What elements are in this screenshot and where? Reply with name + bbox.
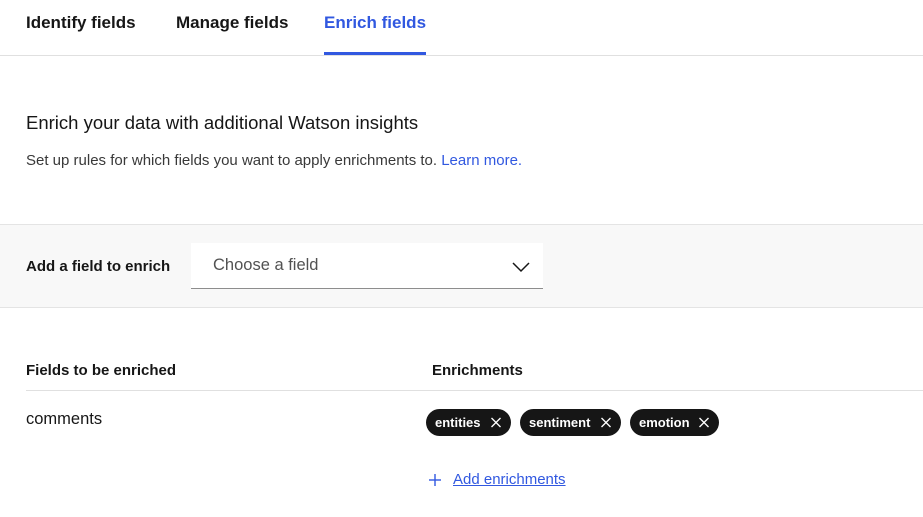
dropdown-placeholder: Choose a field — [213, 256, 319, 274]
add-field-section: Add a field to enrich Choose a field — [0, 224, 923, 308]
close-icon[interactable] — [698, 409, 710, 436]
description-text: Set up rules for which fields you want t… — [26, 152, 442, 169]
column-header-fields: Fields to be enriched — [26, 362, 177, 379]
header-divider — [26, 390, 923, 391]
tab-identify-fields[interactable]: Identify fields — [26, 0, 136, 56]
field-name-comments: comments — [26, 410, 103, 428]
tag-label: emotion — [639, 415, 690, 430]
add-enrichments-label: Add enrichments — [453, 471, 566, 488]
column-header-enrichments: Enrichments — [432, 362, 523, 379]
tag-label: sentiment — [529, 415, 591, 430]
close-icon[interactable] — [490, 409, 502, 436]
tag-label: entities — [435, 415, 481, 430]
close-icon[interactable] — [600, 409, 612, 436]
chevron-down-icon — [512, 262, 530, 273]
choose-field-dropdown[interactable]: Choose a field — [191, 243, 543, 289]
enrichment-tag-entities: entities — [426, 409, 511, 436]
tab-enrich-fields[interactable]: Enrich fields — [324, 0, 427, 55]
tab-manage-fields[interactable]: Manage fields — [176, 0, 288, 56]
learn-more-link[interactable]: Learn more. — [441, 152, 522, 169]
page-description: Set up rules for which fields you want t… — [26, 152, 522, 169]
page-heading: Enrich your data with additional Watson … — [26, 112, 419, 133]
plus-icon — [429, 474, 441, 486]
enrichment-tag-sentiment: sentiment — [520, 409, 621, 436]
tab-bar: Identify fields Manage fields Enrich fie… — [0, 0, 923, 56]
add-field-label: Add a field to enrich — [26, 258, 171, 275]
enrichment-tag-emotion: emotion — [630, 409, 719, 436]
